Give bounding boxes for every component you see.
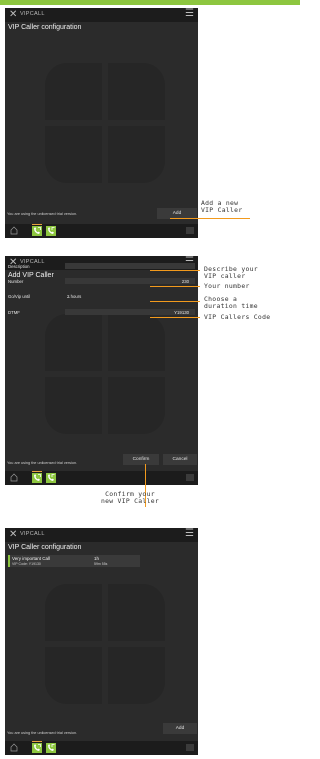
screen-vip-config-list: ✕ VIPCALL ☰ VIP Caller configuration Ver… [5, 528, 198, 755]
trial-notice: You are using the unlicensed trial versi… [7, 212, 78, 216]
watermark-logo [45, 63, 165, 183]
home-icon[interactable] [10, 743, 18, 752]
grid-icon[interactable] [186, 744, 194, 751]
app-name: VIPCALL [20, 11, 45, 17]
top-accent-bar [0, 0, 300, 5]
phone-arrow-icon[interactable] [46, 473, 56, 483]
vip-caller-row[interactable]: Very important Call VIP Code: Y19130 1h … [8, 555, 140, 567]
menu-icon[interactable]: ☰ [185, 528, 194, 539]
confirm-button[interactable]: Confirm [123, 454, 159, 465]
annotation-line-add [170, 218, 250, 219]
watermark-logo [45, 314, 165, 434]
grid-icon[interactable] [186, 474, 194, 481]
annotation-number: Your number [204, 282, 250, 290]
add-button[interactable]: Add [163, 723, 197, 734]
grid-icon[interactable] [186, 227, 194, 234]
home-icon[interactable] [10, 473, 18, 482]
annotation-code: VIP Callers Code [204, 313, 271, 321]
phone-arrow-icon[interactable] [32, 741, 42, 753]
annotation-line-code [150, 317, 200, 318]
phone-arrow-icon[interactable] [32, 471, 42, 483]
vip-caller-duration: 1h [94, 556, 100, 561]
dtmf-label: DTMF [8, 310, 20, 315]
annotation-line-number [150, 286, 200, 287]
vip-caller-remaining: 59m 55s [94, 562, 108, 566]
status-indicator [8, 555, 10, 567]
annotation-add-new: Add a new VIP Caller [201, 199, 243, 215]
annotation-line-describe [150, 270, 200, 271]
trial-notice: You are using the unlicensed trial versi… [7, 461, 78, 465]
go-vip-until-label: Go/Vip until [8, 294, 31, 299]
app-header: ✕ VIPCALL ☰ [5, 8, 198, 22]
page-title: VIP Caller configuration [8, 544, 82, 551]
annotation-describe: Describe your VIP caller [204, 265, 258, 281]
dtmf-field[interactable]: Y19130 [65, 309, 195, 315]
close-icon[interactable]: ✕ [9, 9, 17, 20]
page-title: Add VIP Caller [8, 272, 54, 279]
footer-bar [5, 741, 198, 755]
annotation-line-duration [150, 301, 200, 302]
description-field[interactable] [65, 263, 195, 269]
phone-arrow-icon[interactable] [46, 743, 56, 753]
phone-arrow-icon[interactable] [46, 226, 56, 236]
home-icon[interactable] [10, 226, 18, 235]
chevron-down-icon: ⌄ [67, 293, 71, 299]
annotation-duration: Choose a duration time [204, 295, 258, 311]
app-name: VIPCALL [20, 531, 45, 537]
trial-notice: You are using the unlicensed trial versi… [7, 731, 78, 735]
footer-bar [5, 471, 198, 485]
phone-arrow-icon[interactable] [32, 224, 42, 236]
description-label: Description [8, 264, 30, 269]
number-field[interactable]: 230 [65, 278, 195, 284]
menu-icon[interactable]: ☰ [185, 8, 194, 19]
cancel-button[interactable]: Cancel [163, 454, 197, 465]
duration-select[interactable]: 2 hours ⌄ [65, 293, 195, 299]
watermark-logo [45, 584, 165, 704]
app-header: ✕ VIPCALL ☰ [5, 528, 198, 542]
annotation-confirm: Confirm your new VIP Caller [100, 490, 160, 506]
page-title: VIP Caller configuration [8, 24, 82, 31]
vip-caller-name: Very important Call [12, 556, 51, 561]
screen-add-vip-caller: ✕ VIPCALL ☰ Add VIP Caller Description N… [5, 256, 198, 485]
footer-bar [5, 224, 198, 238]
vip-caller-code: VIP Code: Y19130 [12, 562, 41, 566]
close-icon[interactable]: ✕ [9, 529, 17, 540]
screen-vip-config-empty: ✕ VIPCALL ☰ VIP Caller configuration You… [5, 8, 198, 238]
number-label: Number [8, 279, 24, 284]
